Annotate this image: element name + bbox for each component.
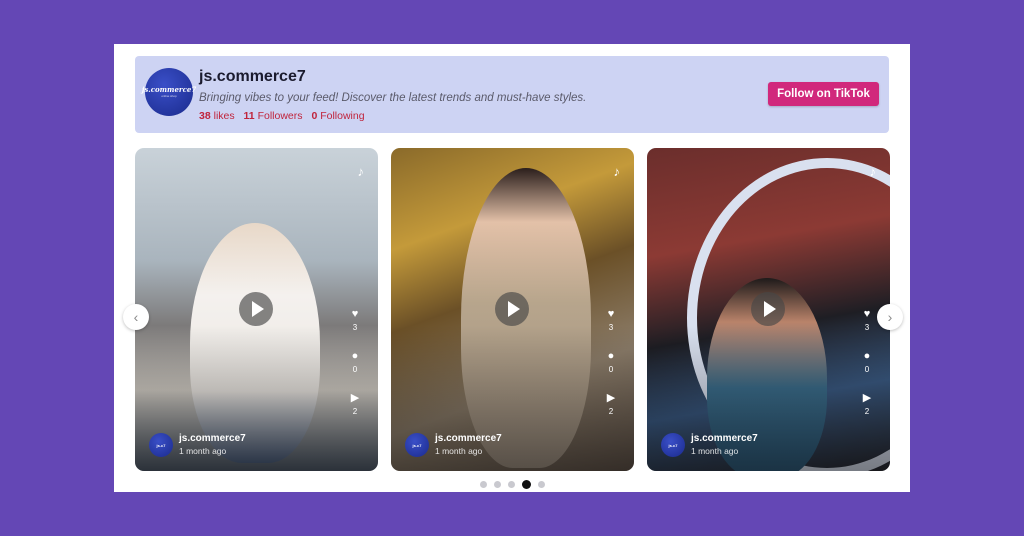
- post-time: 1 month ago: [435, 446, 483, 456]
- card-author: js.c7 js.commerce7 1 month ago: [149, 433, 246, 457]
- video-card[interactable]: ♪ ♥ 3 ● 0 ▶ 2 js.c7 js.commerce7 1 month…: [135, 148, 378, 471]
- avatar-logo-text: js.commerce7: [141, 85, 197, 94]
- heart-icon: ♥: [863, 308, 871, 320]
- comment-icon: ●: [607, 350, 615, 362]
- play-icon[interactable]: [495, 292, 529, 326]
- likes-label: likes: [213, 110, 235, 122]
- play-icon[interactable]: [239, 292, 273, 326]
- profile-header: js.commerce7 online shop js.commerce7 Br…: [135, 56, 889, 133]
- author-avatar: js.c7: [405, 433, 429, 457]
- following-stat: 0 Following: [311, 110, 364, 122]
- heart-icon: ♥: [607, 308, 615, 320]
- carousel-prev-button[interactable]: ‹: [123, 304, 149, 330]
- pagination-dot[interactable]: [537, 481, 545, 488]
- post-time: 1 month ago: [179, 446, 227, 456]
- avatar-logo-subtext: online shop: [161, 94, 177, 98]
- follow-on-tiktok-button[interactable]: Follow on TikTok: [768, 82, 879, 106]
- tiktok-icon: ♪: [869, 164, 877, 179]
- likes-stat: 38 likes: [199, 110, 235, 122]
- comments-count: 0: [864, 365, 870, 374]
- following-label: Following: [320, 110, 365, 122]
- author-username[interactable]: js.commerce7: [691, 433, 758, 445]
- card-author: js.c7 js.commerce7 1 month ago: [405, 433, 502, 457]
- author-username[interactable]: js.commerce7: [179, 433, 246, 445]
- heart-icon: ♥: [351, 308, 359, 320]
- share-icon: ▶: [862, 392, 872, 404]
- author-avatar: js.c7: [149, 433, 173, 457]
- tiktok-feed-widget: js.commerce7 online shop js.commerce7 Br…: [114, 44, 910, 492]
- following-count: 0: [311, 110, 318, 122]
- followers-count: 11: [243, 110, 255, 122]
- shares-count: 2: [608, 407, 614, 416]
- video-stats: ♥ 3 ● 0 ▶ 2: [348, 309, 362, 435]
- comment-icon: ●: [351, 350, 359, 362]
- profile-avatar[interactable]: js.commerce7 online shop: [141, 68, 197, 116]
- comment-icon: ●: [863, 350, 871, 362]
- tiktok-icon: ♪: [357, 164, 365, 179]
- share-icon: ▶: [606, 392, 616, 404]
- comments-count: 0: [608, 365, 614, 374]
- likes-count: 3: [864, 323, 870, 332]
- video-card[interactable]: ♪ ♥ 3 ● 0 ▶ 2 js.c7 js.commerce7 1 month…: [647, 148, 890, 471]
- tiktok-icon: ♪: [613, 164, 621, 179]
- profile-stats: 38 likes 11 Followers 0 Following: [199, 110, 365, 122]
- share-icon: ▶: [350, 392, 360, 404]
- chevron-right-icon: ›: [887, 309, 893, 325]
- followers-stat: 11 Followers: [244, 110, 303, 122]
- account-name[interactable]: js.commerce7: [199, 68, 306, 86]
- pagination-dot[interactable]: [479, 481, 487, 488]
- author-username[interactable]: js.commerce7: [435, 433, 502, 445]
- likes-count: 3: [352, 323, 358, 332]
- chevron-left-icon: ‹: [133, 309, 139, 325]
- pagination-dot[interactable]: [507, 481, 515, 488]
- play-icon[interactable]: [751, 292, 785, 326]
- video-stats: ♥ 3 ● 0 ▶ 2: [604, 309, 618, 435]
- author-avatar: js.c7: [661, 433, 685, 457]
- video-card[interactable]: ♪ ♥ 3 ● 0 ▶ 2 js.c7 js.commerce7 1 month…: [391, 148, 634, 471]
- followers-label: Followers: [257, 110, 303, 122]
- pagination-dot[interactable]: [493, 481, 501, 488]
- likes-count: 38: [199, 110, 211, 122]
- carousel-next-button[interactable]: ›: [877, 304, 903, 330]
- post-time: 1 month ago: [691, 446, 739, 456]
- card-author: js.c7 js.commerce7 1 month ago: [661, 433, 758, 457]
- comments-count: 0: [352, 365, 358, 374]
- carousel-pagination: [114, 480, 910, 489]
- video-stats: ♥ 3 ● 0 ▶ 2: [860, 309, 874, 435]
- shares-count: 2: [864, 407, 870, 416]
- shares-count: 2: [352, 407, 358, 416]
- likes-count: 3: [608, 323, 614, 332]
- profile-tagline: Bringing vibes to your feed! Discover th…: [199, 92, 587, 104]
- pagination-dot-active[interactable]: [521, 480, 531, 489]
